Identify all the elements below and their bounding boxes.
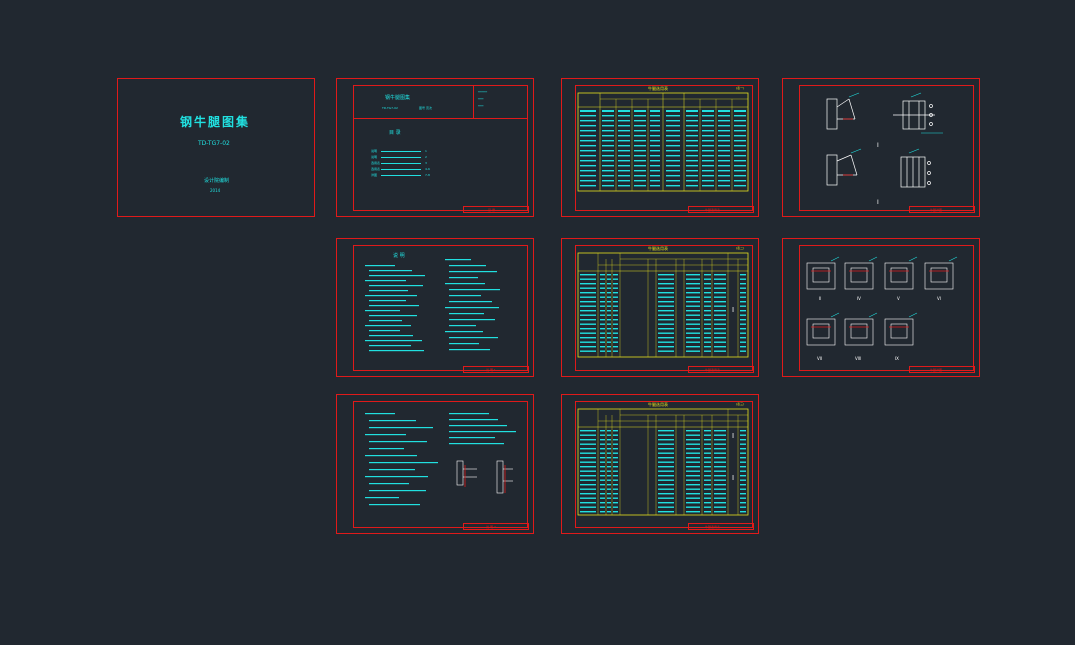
contents-entry[interactable]: 详图 7-8: [371, 174, 461, 180]
contents-meta2: ━━━: [478, 97, 484, 101]
table3-grid: [577, 408, 749, 516]
notes2-titleblock: 说 明 2: [463, 523, 529, 530]
notes2-text: [365, 413, 516, 506]
detail1-drawing: [826, 92, 943, 188]
table1-titleblock: 牛腿选用表: [688, 206, 754, 213]
cover-publisher: 设计院编制: [204, 178, 230, 184]
contents-header: 钢牛腿图集: [385, 95, 411, 101]
contents-meta1: ━━━━━: [478, 90, 488, 94]
detail1-label-b: I: [877, 199, 879, 206]
table3-titleblock: 牛腿选用表: [688, 523, 754, 530]
detail2-label: IV: [857, 296, 861, 301]
contents-sub1: TD-TG7-02: [382, 106, 398, 110]
detail2-titleblock: 牛腿详图: [909, 366, 975, 373]
table1-grid: [577, 92, 749, 192]
contents-header-box: [353, 85, 528, 119]
detail2-label: VI: [937, 296, 941, 301]
table3-sheet[interactable]: 牛腿选用表 (表三) I I 牛腿选用表: [561, 394, 759, 534]
contents-titleblock: 目 录: [463, 206, 529, 213]
contents-sheet[interactable]: 钢牛腿图集 TD-TG7-02 图号 页次 ━━━━━ ━━━ ━━━ 目 录 …: [336, 78, 534, 217]
contents-list: 说明 1 说明 2 选用表 3 选用表 4-6 详图 7-8: [371, 150, 461, 180]
table3-roman-a: I: [732, 432, 735, 440]
cover-sheet[interactable]: 钢牛腿图集 TD-TG7-02 设计院编制 2014: [117, 78, 315, 217]
table2-sheet[interactable]: 牛腿选用表 (表二) I 牛腿选用表: [561, 238, 759, 377]
contents-sub2: 图号 页次: [419, 106, 432, 110]
table2-roman: I: [732, 306, 735, 314]
table2-grid: [577, 252, 749, 358]
contents-section-title: 目 录: [389, 130, 401, 136]
notes-text: [365, 259, 500, 352]
cover-title: 钢牛腿图集: [180, 115, 251, 129]
detail2-label: IX: [895, 356, 899, 361]
notes-sheet[interactable]: 说 明 说 明 1: [336, 238, 534, 377]
notes2-sheet[interactable]: 说 明 2: [336, 394, 534, 534]
detail2-label: VII: [817, 356, 823, 361]
detail1-label-a: I: [877, 142, 879, 149]
contents-meta3: ━━━: [478, 104, 484, 108]
detail1-sheet[interactable]: I I 牛腿详图: [782, 78, 980, 217]
table1-sheet[interactable]: 牛腿选用表 (表一) 牛腿选用表: [561, 78, 759, 217]
table2-titleblock: 牛腿选用表: [688, 366, 754, 373]
detail2-label: V: [897, 296, 900, 301]
detail2-drawing: [806, 256, 958, 346]
detail2-sheet[interactable]: II IV V VI VII VIII IX 牛腿详图: [782, 238, 980, 377]
notes-titleblock: 说 明 1: [463, 366, 529, 373]
contents-header-split: [473, 85, 474, 119]
detail1-titleblock: 牛腿详图: [909, 206, 975, 213]
table3-roman-b: I: [732, 474, 735, 482]
cover-year: 2014: [210, 188, 221, 193]
detail2-label: II: [819, 296, 822, 301]
cover-code: TD-TG7-02: [198, 140, 230, 147]
detail2-label: VIII: [855, 356, 862, 361]
